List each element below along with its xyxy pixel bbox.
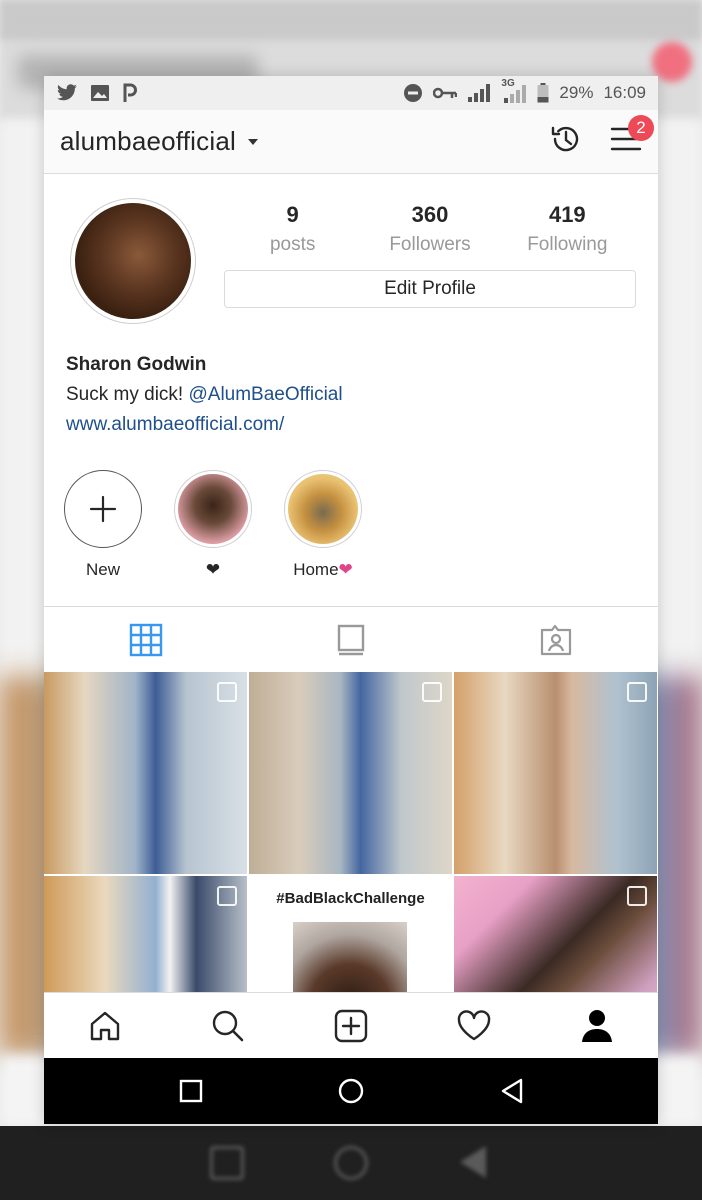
grid-icon bbox=[130, 623, 163, 656]
home-circle-icon[interactable] bbox=[337, 1077, 365, 1105]
profile-bio: Sharon Godwin Suck my dick! @AlumBaeOffi… bbox=[44, 324, 658, 436]
stat-value: 419 bbox=[548, 202, 586, 227]
stat-label: Followers bbox=[389, 234, 471, 255]
recents-icon[interactable] bbox=[179, 1079, 203, 1103]
stat-value: 360 bbox=[411, 202, 449, 227]
post-thumbnail[interactable] bbox=[249, 672, 452, 874]
username-title[interactable]: alumbaeofficial bbox=[60, 126, 236, 157]
highlight-label-text: Home bbox=[293, 560, 339, 579]
multi-photo-icon bbox=[217, 682, 237, 702]
stat-followers[interactable]: 360 Followers bbox=[361, 202, 498, 256]
battery-icon bbox=[537, 83, 549, 103]
phone-screen: 3G 29% 16:09 alumbaeofficial 2 9 posts 3… bbox=[44, 76, 658, 1124]
profile-stats: 9 posts 360 Followers 419 Following bbox=[224, 202, 636, 256]
system-nav-bar bbox=[44, 1058, 658, 1124]
display-name: Sharon Godwin bbox=[66, 354, 207, 375]
stat-label: Following bbox=[527, 234, 608, 255]
highlight-new-circle bbox=[64, 470, 142, 548]
profile-tabs bbox=[44, 606, 658, 672]
nav-profile[interactable] bbox=[535, 993, 658, 1058]
profile-header: alumbaeofficial 2 bbox=[44, 110, 658, 174]
bio-prefix: Suck my dick! bbox=[66, 384, 184, 405]
highlight-label: New bbox=[85, 560, 120, 579]
tab-grid[interactable] bbox=[44, 607, 249, 672]
nav-home[interactable] bbox=[44, 993, 167, 1058]
challenge-caption: #BadBlackChallenge bbox=[276, 890, 425, 907]
highlight-photo bbox=[288, 474, 358, 544]
signal-3g-icon: 3G bbox=[501, 78, 527, 104]
stat-following[interactable]: 419 Following bbox=[499, 202, 636, 256]
battery-percent: 29% bbox=[559, 83, 594, 102]
menu-button[interactable]: 2 bbox=[610, 115, 654, 158]
stat-label: posts bbox=[269, 234, 316, 255]
profile-summary: 9 posts 360 Followers 419 Following Edit… bbox=[44, 174, 658, 324]
story-highlights: New ❤ Home❤ bbox=[44, 436, 658, 606]
nav-activity[interactable] bbox=[412, 993, 535, 1058]
signal-icon bbox=[467, 83, 491, 103]
heart-icon bbox=[457, 1009, 490, 1040]
avatar[interactable] bbox=[70, 198, 196, 324]
account-switch-caret-icon[interactable] bbox=[247, 138, 258, 145]
add-post-icon bbox=[334, 1009, 368, 1042]
profile-icon bbox=[581, 1009, 612, 1042]
search-icon bbox=[212, 1010, 244, 1041]
feed-icon bbox=[337, 624, 365, 655]
multi-photo-icon bbox=[627, 886, 647, 906]
status-bar: 3G 29% 16:09 bbox=[44, 76, 658, 110]
tab-feed[interactable] bbox=[249, 607, 454, 672]
dnd-icon bbox=[403, 83, 423, 103]
twitter-icon bbox=[56, 84, 78, 102]
bottom-nav bbox=[44, 992, 658, 1058]
archive-icon[interactable] bbox=[548, 121, 584, 162]
nav-add-post[interactable] bbox=[290, 993, 413, 1058]
bio-mention-link[interactable]: @AlumBaeOfficial bbox=[188, 384, 342, 405]
multi-photo-icon bbox=[422, 682, 442, 702]
post-thumbnail[interactable] bbox=[454, 876, 657, 992]
post-thumbnail[interactable]: #BadBlackChallenge bbox=[249, 876, 452, 992]
nav-search[interactable] bbox=[167, 993, 290, 1058]
post-thumbnail[interactable] bbox=[454, 672, 657, 874]
bio-text: Suck my dick! @AlumBaeOfficial bbox=[66, 384, 636, 406]
plus-icon bbox=[89, 495, 117, 523]
back-icon[interactable] bbox=[500, 1078, 524, 1104]
highlight-label: ❤ bbox=[205, 560, 221, 579]
posts-grid: #BadBlackChallenge bbox=[44, 672, 658, 992]
clock: 16:09 bbox=[603, 83, 646, 102]
p-icon bbox=[122, 83, 138, 103]
stat-value: 9 bbox=[286, 202, 299, 227]
network-type-label: 3G bbox=[501, 78, 515, 89]
multi-photo-icon bbox=[217, 886, 237, 906]
highlight-label: Home❤ bbox=[284, 560, 362, 580]
post-thumbnail[interactable] bbox=[44, 876, 247, 992]
highlight-photo bbox=[178, 474, 248, 544]
tab-tagged[interactable] bbox=[453, 607, 658, 672]
home-icon bbox=[91, 1011, 120, 1040]
challenge-photo bbox=[293, 922, 407, 992]
tagged-icon bbox=[540, 624, 571, 655]
avatar-photo bbox=[75, 203, 191, 319]
notification-badge: 2 bbox=[628, 115, 654, 141]
highlight-home[interactable]: Home❤ bbox=[284, 470, 362, 606]
pink-heart-icon: ❤ bbox=[338, 560, 353, 579]
highlight-new[interactable]: New bbox=[64, 470, 142, 606]
post-thumbnail[interactable] bbox=[44, 672, 247, 874]
highlight-cover bbox=[284, 470, 362, 548]
website-link[interactable]: www.alumbaeofficial.com/ bbox=[66, 414, 636, 436]
edit-profile-button[interactable]: Edit Profile bbox=[224, 270, 636, 308]
multi-photo-icon bbox=[627, 682, 647, 702]
image-icon bbox=[90, 84, 110, 102]
key-icon bbox=[433, 86, 458, 100]
highlight-cover bbox=[174, 470, 252, 548]
stat-posts[interactable]: 9 posts bbox=[224, 202, 361, 256]
highlight-heart[interactable]: ❤ bbox=[174, 470, 252, 606]
